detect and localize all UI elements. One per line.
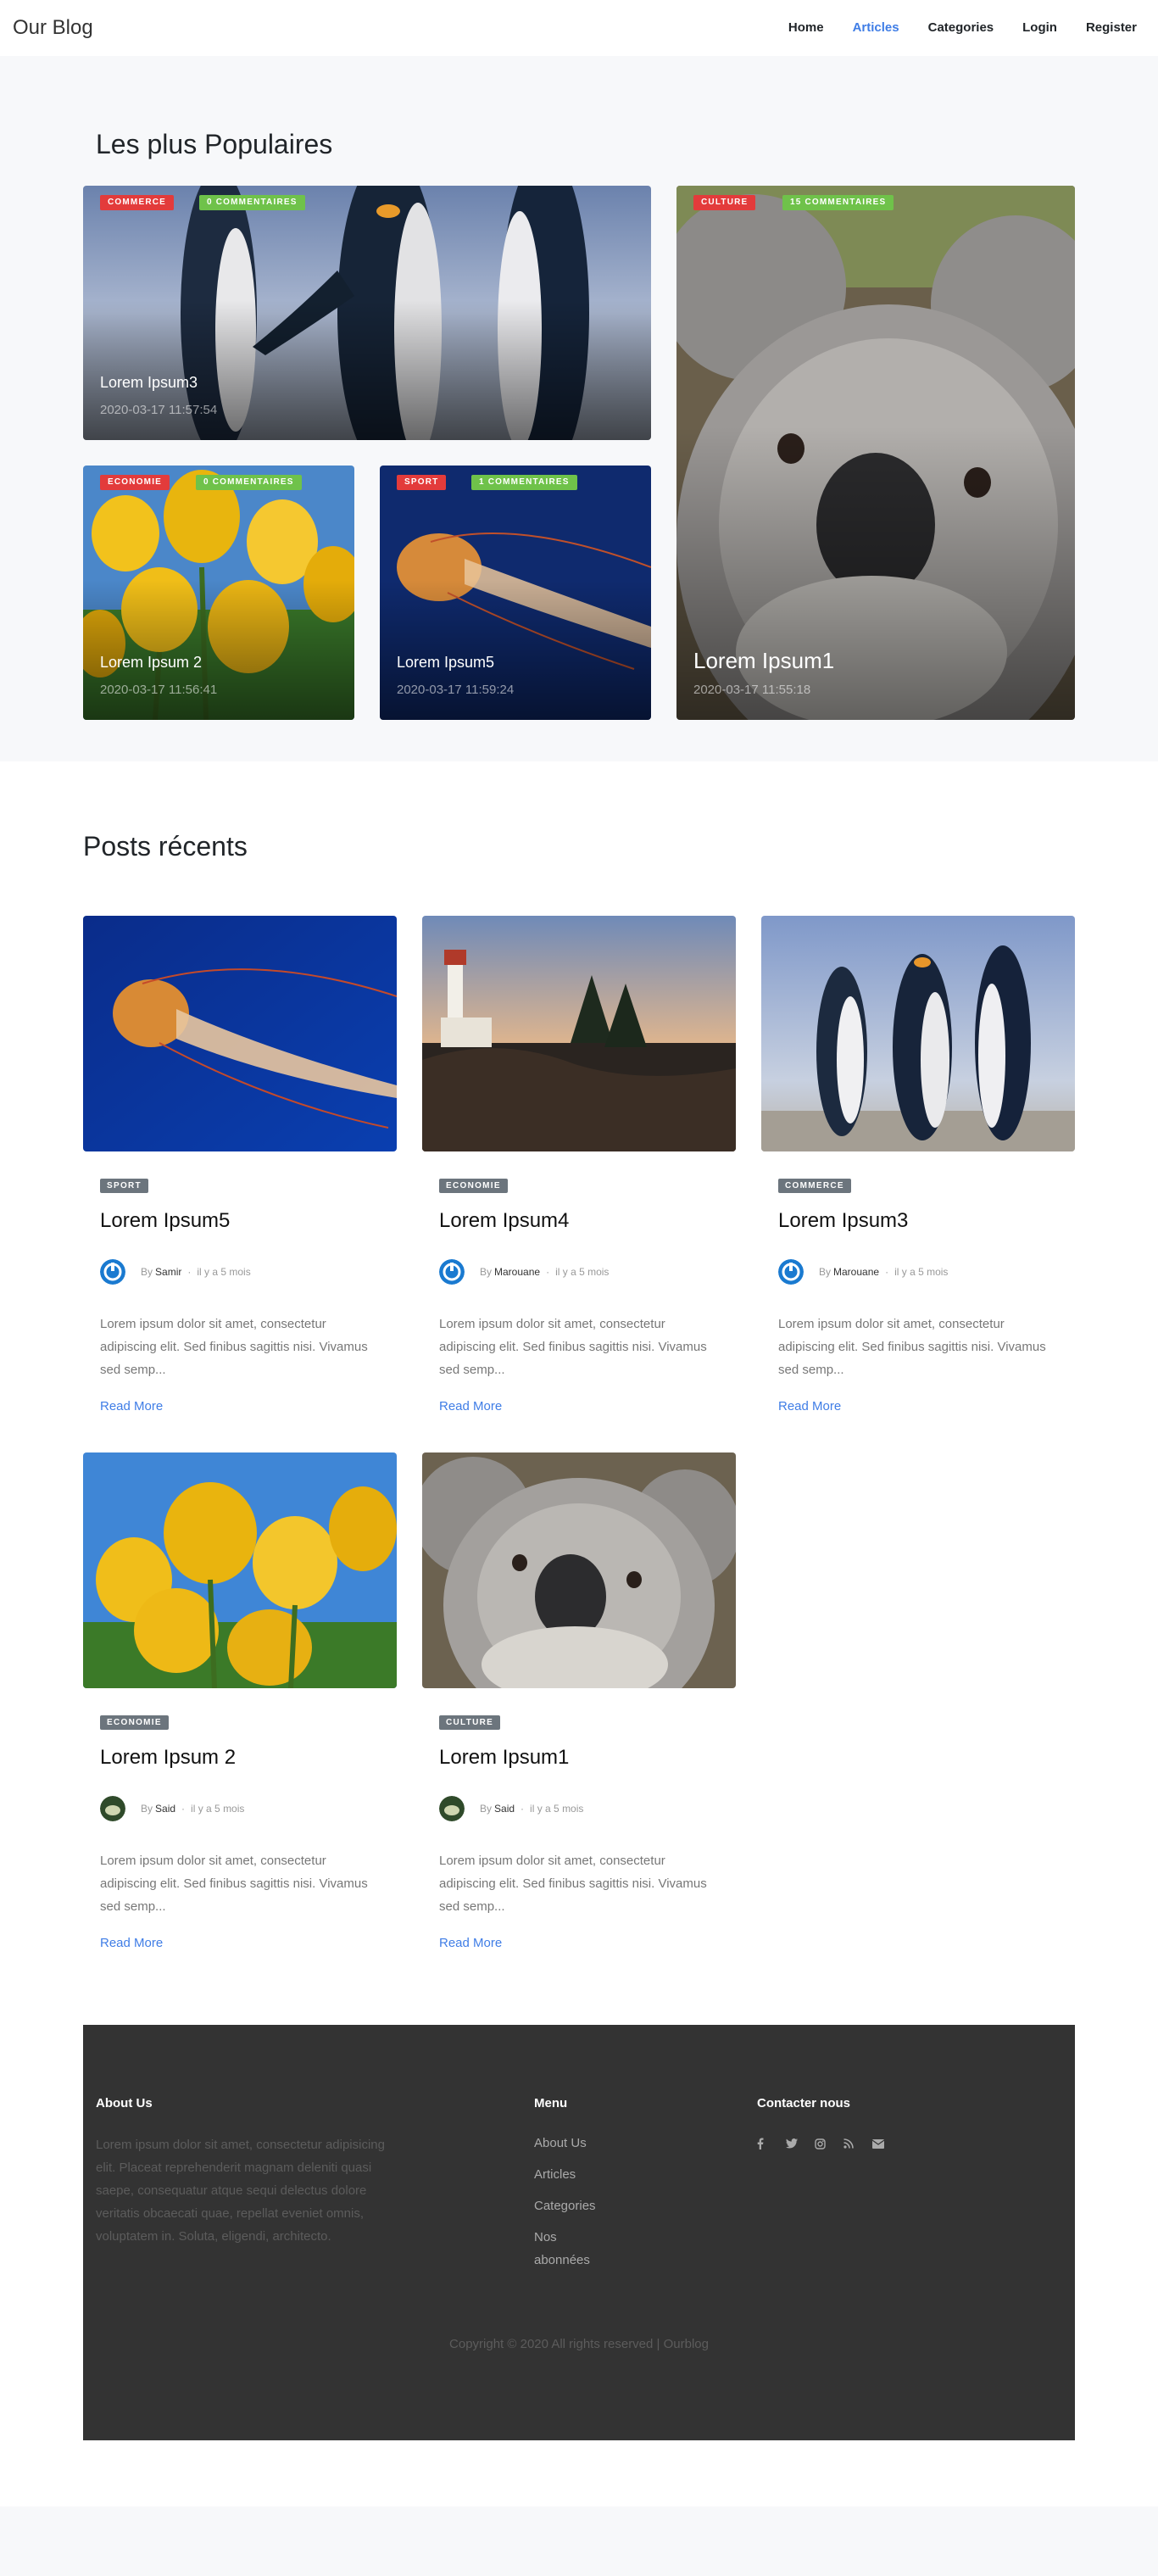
card-date: 2020-03-17 11:57:54	[100, 403, 218, 417]
category-badge[interactable]: ECONOMIE	[100, 1715, 169, 1730]
comments-pill: 0 COMMENTAIRES	[196, 475, 302, 490]
category-pill[interactable]: CULTURE	[693, 195, 756, 210]
popular-card-penguins[interactable]: COMMERCE 0 COMMENTAIRES Lorem Ipsum3 202…	[83, 186, 651, 440]
footer-menu-title: Menu	[534, 2096, 568, 2110]
post-author[interactable]: Marouane	[494, 1266, 540, 1278]
post-excerpt: Lorem ipsum dolor sit amet, consectetur …	[100, 1854, 368, 1914]
footer-contact-title: Contacter nous	[757, 2096, 851, 2110]
power-avatar-icon	[100, 1259, 125, 1285]
post-time: il y a 5 mois	[530, 1803, 584, 1815]
post-card: ECONOMIE Lorem Ipsum 2 By Said · il y a …	[83, 1452, 397, 1950]
read-more-link[interactable]: Read More	[100, 1399, 163, 1413]
category-badge[interactable]: ECONOMIE	[439, 1179, 508, 1193]
nav-categories[interactable]: Categories	[928, 20, 994, 35]
read-more-link[interactable]: Read More	[100, 1936, 163, 1950]
read-more-link[interactable]: Read More	[439, 1936, 502, 1950]
post-title[interactable]: Lorem Ipsum1	[439, 1746, 569, 1770]
popular-title: Les plus Populaires	[96, 129, 333, 159]
card-date: 2020-03-17 11:56:41	[100, 683, 218, 697]
nav-home[interactable]: Home	[788, 20, 824, 35]
nav-login[interactable]: Login	[1022, 20, 1057, 35]
card-title[interactable]: Lorem Ipsum1	[693, 648, 834, 674]
read-more-link[interactable]: Read More	[778, 1399, 841, 1413]
post-image[interactable]	[422, 916, 736, 1151]
post-title[interactable]: Lorem Ipsum 2	[100, 1746, 236, 1770]
post-time: il y a 5 mois	[191, 1803, 245, 1815]
instagram-icon[interactable]	[815, 2135, 843, 2152]
comments-pill: 15 COMMENTAIRES	[782, 195, 894, 210]
card-title[interactable]: Lorem Ipsum5	[397, 654, 494, 672]
photo-avatar-icon	[100, 1796, 125, 1821]
power-avatar-icon	[778, 1259, 804, 1285]
post-image[interactable]	[422, 1452, 736, 1688]
twitter-icon[interactable]	[786, 2135, 815, 2152]
post-time: il y a 5 mois	[555, 1266, 610, 1278]
photo-avatar-icon	[439, 1796, 465, 1821]
footer-about-title: About Us	[96, 2096, 153, 2110]
popular-card-jellyfish[interactable]: SPORT 1 COMMENTAIRES Lorem Ipsum5 2020-0…	[380, 466, 651, 720]
post-card: CULTURE Lorem Ipsum1 By Said · il y a 5 …	[422, 1452, 736, 1950]
power-avatar-icon	[439, 1259, 465, 1285]
post-author[interactable]: Said	[155, 1803, 175, 1815]
post-time: il y a 5 mois	[197, 1266, 251, 1278]
card-date: 2020-03-17 11:55:18	[693, 683, 811, 697]
nav-links: Home Articles Categories Login Register	[760, 20, 1137, 35]
footer-menu-articles[interactable]: Articles	[534, 2163, 576, 2186]
category-pill[interactable]: ECONOMIE	[100, 475, 170, 490]
post-meta: By Marouane · il y a 5 mois	[778, 1259, 948, 1285]
post-meta: By Samir · il y a 5 mois	[100, 1259, 251, 1285]
post-card: SPORT Lorem Ipsum5 By Samir · il y a 5 m…	[83, 916, 397, 1413]
comments-pill: 0 COMMENTAIRES	[199, 195, 305, 210]
footer-about-text: Lorem ipsum dolor sit amet, consectetur …	[96, 2138, 385, 2244]
card-date: 2020-03-17 11:59:24	[397, 683, 515, 697]
recent-posts-title: Posts récents	[83, 831, 248, 861]
post-image[interactable]	[83, 916, 397, 1151]
post-title[interactable]: Lorem Ipsum3	[778, 1209, 908, 1233]
category-badge[interactable]: COMMERCE	[778, 1179, 851, 1193]
brand-logo[interactable]: Our Blog	[13, 16, 93, 40]
post-excerpt: Lorem ipsum dolor sit amet, consectetur …	[100, 1317, 368, 1377]
popular-card-tulips[interactable]: ECONOMIE 0 COMMENTAIRES Lorem Ipsum 2 20…	[83, 466, 354, 720]
category-pill[interactable]: SPORT	[397, 475, 447, 490]
nav-articles[interactable]: Articles	[853, 20, 899, 35]
post-excerpt: Lorem ipsum dolor sit amet, consectetur …	[439, 1317, 707, 1377]
footer: About Us Lorem ipsum dolor sit amet, con…	[83, 2025, 1075, 2440]
post-card: COMMERCE Lorem Ipsum3 By Marouane · il y…	[761, 916, 1075, 1413]
post-excerpt: Lorem ipsum dolor sit amet, consectetur …	[778, 1317, 1046, 1377]
footer-copyright: Copyright © 2020 All rights reserved | O…	[449, 2337, 709, 2351]
post-author[interactable]: Said	[494, 1803, 515, 1815]
envelope-icon[interactable]	[872, 2135, 901, 2152]
post-meta: By Marouane · il y a 5 mois	[439, 1259, 609, 1285]
post-title[interactable]: Lorem Ipsum4	[439, 1209, 569, 1233]
card-title[interactable]: Lorem Ipsum3	[100, 374, 198, 392]
popular-card-koala[interactable]: CULTURE 15 COMMENTAIRES Lorem Ipsum1 202…	[676, 186, 1075, 720]
post-time: il y a 5 mois	[894, 1266, 949, 1278]
facebook-icon[interactable]	[757, 2135, 786, 2152]
post-meta: By Said · il y a 5 mois	[100, 1796, 244, 1821]
post-author[interactable]: Marouane	[833, 1266, 879, 1278]
footer-menu-subscribers[interactable]: Nos abonnées	[534, 2226, 602, 2272]
post-author[interactable]: Samir	[155, 1266, 181, 1278]
category-pill[interactable]: COMMERCE	[100, 195, 175, 210]
post-meta: By Said · il y a 5 mois	[439, 1796, 583, 1821]
category-badge[interactable]: SPORT	[100, 1179, 148, 1193]
read-more-link[interactable]: Read More	[439, 1399, 502, 1413]
navbar: Our Blog Home Articles Categories Login …	[0, 0, 1158, 56]
social-links	[757, 2135, 901, 2152]
post-image[interactable]	[83, 1452, 397, 1688]
category-badge[interactable]: CULTURE	[439, 1715, 501, 1730]
nav-register[interactable]: Register	[1086, 20, 1137, 35]
post-excerpt: Lorem ipsum dolor sit amet, consectetur …	[439, 1854, 707, 1914]
footer-menu-about[interactable]: About Us	[534, 2132, 587, 2155]
footer-menu-categories[interactable]: Categories	[534, 2194, 596, 2217]
rss-icon[interactable]	[843, 2135, 872, 2152]
comments-pill: 1 COMMENTAIRES	[471, 475, 577, 490]
post-card: ECONOMIE Lorem Ipsum4 By Marouane · il y…	[422, 916, 736, 1413]
post-title[interactable]: Lorem Ipsum5	[100, 1209, 230, 1233]
popular-section: Les plus Populaires COMMERCE 0 COMMENTAI…	[0, 56, 1158, 761]
card-title[interactable]: Lorem Ipsum 2	[100, 654, 202, 672]
page-bottom-band	[0, 2506, 1158, 2576]
post-image[interactable]	[761, 916, 1075, 1151]
